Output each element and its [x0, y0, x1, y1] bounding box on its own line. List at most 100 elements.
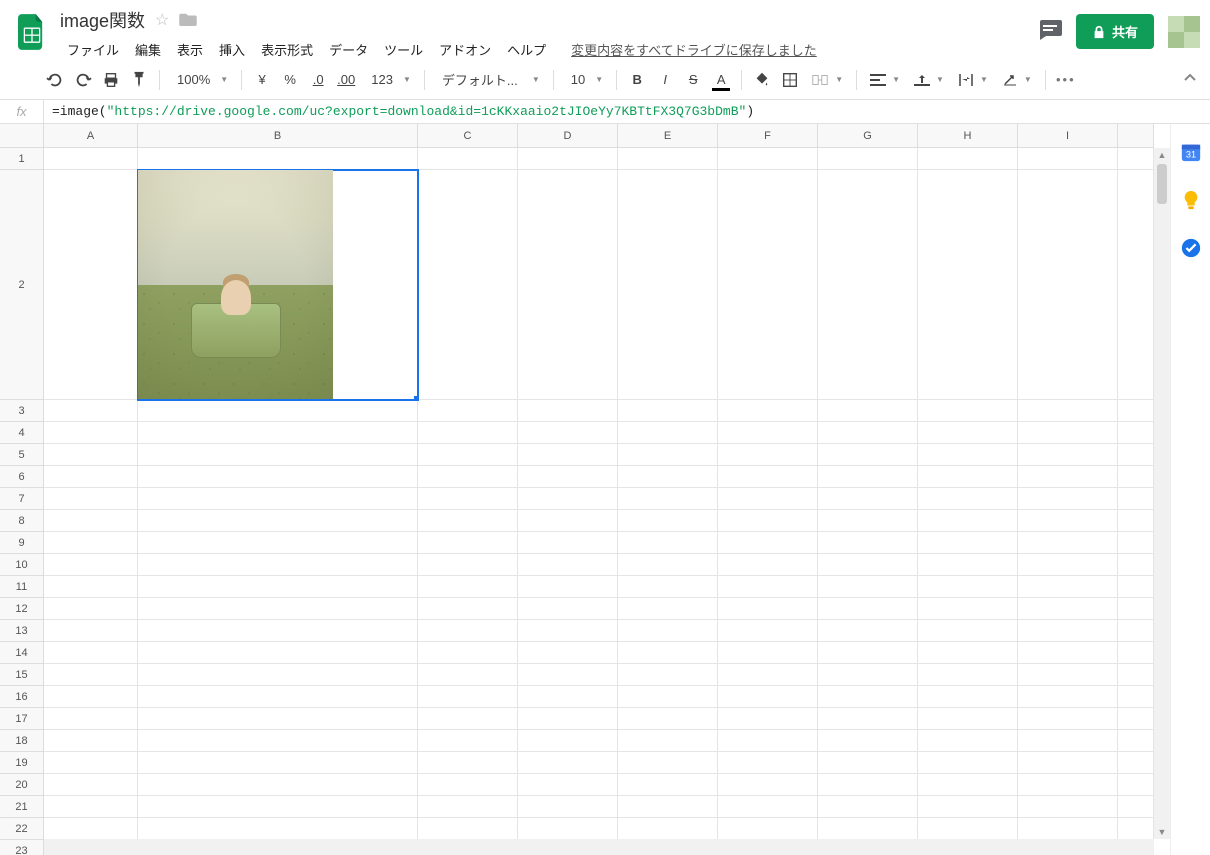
- redo-button[interactable]: [70, 67, 96, 93]
- cell-B5[interactable]: [138, 444, 418, 466]
- row-header-4[interactable]: 4: [0, 422, 44, 444]
- cell-F8[interactable]: [718, 510, 818, 532]
- cell-I15[interactable]: [1018, 664, 1118, 686]
- cell-G13[interactable]: [818, 620, 918, 642]
- strikethrough-button[interactable]: S: [680, 67, 706, 93]
- move-folder-icon[interactable]: [179, 12, 197, 29]
- cell-H6[interactable]: [918, 466, 1018, 488]
- cell-A21[interactable]: [44, 796, 138, 818]
- font-dropdown[interactable]: デフォルト...▼: [432, 67, 546, 93]
- row-header-23[interactable]: 23: [0, 840, 44, 855]
- cell-B20[interactable]: [138, 774, 418, 796]
- cell-B9[interactable]: [138, 532, 418, 554]
- cell-A2[interactable]: [44, 170, 138, 400]
- formula-input[interactable]: =image("https://drive.google.com/uc?expo…: [44, 104, 1210, 119]
- spreadsheet-grid[interactable]: ABCDEFGHI 123456789101112131415161718192…: [0, 124, 1170, 855]
- cell-D17[interactable]: [518, 708, 618, 730]
- cell-G18[interactable]: [818, 730, 918, 752]
- currency-button[interactable]: ¥: [249, 67, 275, 93]
- cell-I17[interactable]: [1018, 708, 1118, 730]
- column-header-G[interactable]: G: [818, 124, 918, 148]
- cell-D1[interactable]: [518, 148, 618, 170]
- cell-B1[interactable]: [138, 148, 418, 170]
- cell-B22[interactable]: [138, 818, 418, 840]
- tasks-icon[interactable]: [1179, 236, 1203, 260]
- cell-B17[interactable]: [138, 708, 418, 730]
- cell-E15[interactable]: [618, 664, 718, 686]
- cell-B4[interactable]: [138, 422, 418, 444]
- cell-B10[interactable]: [138, 554, 418, 576]
- cell-I18[interactable]: [1018, 730, 1118, 752]
- cell-E22[interactable]: [618, 818, 718, 840]
- cell-H2[interactable]: [918, 170, 1018, 400]
- cell-F13[interactable]: [718, 620, 818, 642]
- menu-データ[interactable]: データ: [322, 36, 375, 63]
- cell-A9[interactable]: [44, 532, 138, 554]
- cell-I4[interactable]: [1018, 422, 1118, 444]
- cell-I10[interactable]: [1018, 554, 1118, 576]
- cell-H12[interactable]: [918, 598, 1018, 620]
- cell-C14[interactable]: [418, 642, 518, 664]
- cell-G21[interactable]: [818, 796, 918, 818]
- cell-C21[interactable]: [418, 796, 518, 818]
- cell-G14[interactable]: [818, 642, 918, 664]
- vertical-scrollbar[interactable]: ▲ ▼: [1154, 148, 1170, 839]
- cell-D10[interactable]: [518, 554, 618, 576]
- cell-A3[interactable]: [44, 400, 138, 422]
- number-format-dropdown[interactable]: 123▼: [361, 67, 417, 93]
- cell-H14[interactable]: [918, 642, 1018, 664]
- keep-icon[interactable]: [1179, 188, 1203, 212]
- cell-C2[interactable]: [418, 170, 518, 400]
- font-size-dropdown[interactable]: 10▼: [561, 67, 609, 93]
- column-header-A[interactable]: A: [44, 124, 138, 148]
- cell-B2[interactable]: [138, 170, 418, 400]
- cell-D2[interactable]: [518, 170, 618, 400]
- cell-F17[interactable]: [718, 708, 818, 730]
- column-header-D[interactable]: D: [518, 124, 618, 148]
- cell-G1[interactable]: [818, 148, 918, 170]
- row-header-5[interactable]: 5: [0, 444, 44, 466]
- cell-B11[interactable]: [138, 576, 418, 598]
- sheets-logo[interactable]: [12, 12, 52, 52]
- cell-F21[interactable]: [718, 796, 818, 818]
- column-header-B[interactable]: B: [138, 124, 418, 148]
- cell-C9[interactable]: [418, 532, 518, 554]
- menu-ツール[interactable]: ツール: [377, 36, 430, 63]
- cell-F14[interactable]: [718, 642, 818, 664]
- cell-C22[interactable]: [418, 818, 518, 840]
- row-header-7[interactable]: 7: [0, 488, 44, 510]
- cell-E17[interactable]: [618, 708, 718, 730]
- cell-D3[interactable]: [518, 400, 618, 422]
- cell-A15[interactable]: [44, 664, 138, 686]
- cell-G20[interactable]: [818, 774, 918, 796]
- row-header-18[interactable]: 18: [0, 730, 44, 752]
- menu-アドオン[interactable]: アドオン: [432, 36, 498, 63]
- document-title[interactable]: image関数: [60, 7, 145, 33]
- row-header-13[interactable]: 13: [0, 620, 44, 642]
- cell-E13[interactable]: [618, 620, 718, 642]
- cell-A18[interactable]: [44, 730, 138, 752]
- cell-D11[interactable]: [518, 576, 618, 598]
- cell-G8[interactable]: [818, 510, 918, 532]
- cell-H22[interactable]: [918, 818, 1018, 840]
- cell-F7[interactable]: [718, 488, 818, 510]
- save-status[interactable]: 変更内容をすべてドライブに保存しました: [565, 36, 823, 63]
- cell-B3[interactable]: [138, 400, 418, 422]
- cell-G10[interactable]: [818, 554, 918, 576]
- cell-C5[interactable]: [418, 444, 518, 466]
- cell-B12[interactable]: [138, 598, 418, 620]
- cell-G7[interactable]: [818, 488, 918, 510]
- column-header-I[interactable]: I: [1018, 124, 1118, 148]
- menu-編集[interactable]: 編集: [128, 36, 168, 63]
- cell-I6[interactable]: [1018, 466, 1118, 488]
- comments-icon[interactable]: [1038, 20, 1062, 43]
- share-button[interactable]: 共有: [1076, 14, 1154, 49]
- cell-G9[interactable]: [818, 532, 918, 554]
- cell-G22[interactable]: [818, 818, 918, 840]
- row-header-15[interactable]: 15: [0, 664, 44, 686]
- cell-H8[interactable]: [918, 510, 1018, 532]
- cell-D16[interactable]: [518, 686, 618, 708]
- cell-G19[interactable]: [818, 752, 918, 774]
- select-all-corner[interactable]: [0, 124, 44, 148]
- cell-H13[interactable]: [918, 620, 1018, 642]
